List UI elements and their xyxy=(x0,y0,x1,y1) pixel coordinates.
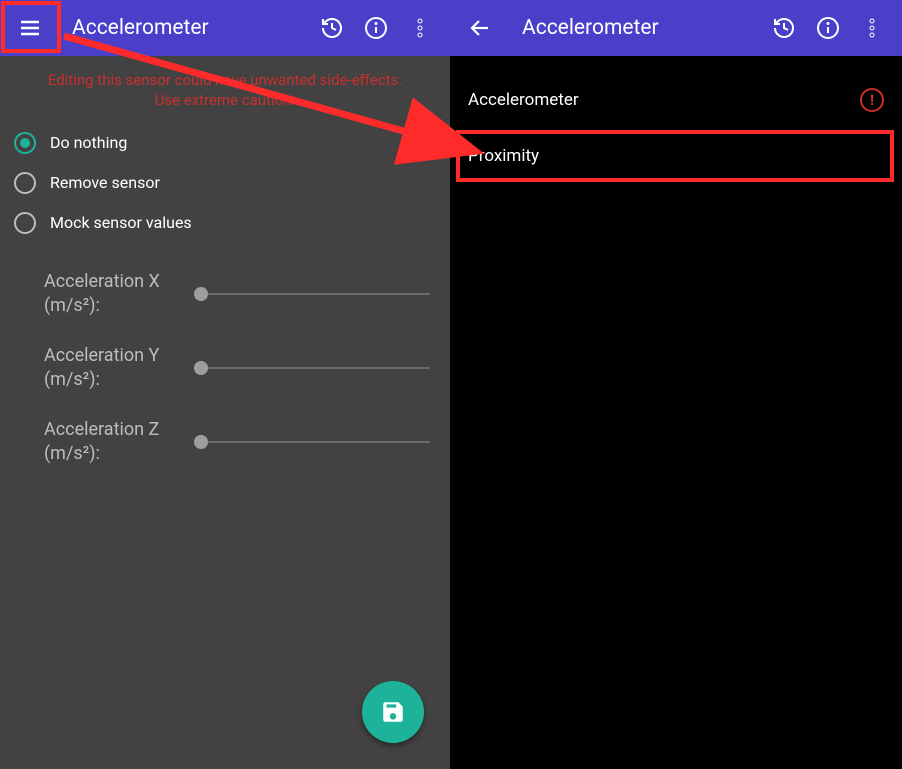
appbar-title-right: Accelerometer xyxy=(522,16,762,40)
save-icon xyxy=(380,699,406,725)
radio-icon xyxy=(14,132,36,154)
info-icon[interactable] xyxy=(806,6,850,50)
appbar-left: Accelerometer xyxy=(0,0,450,56)
spacer xyxy=(450,56,902,72)
overflow-menu-icon[interactable] xyxy=(850,6,894,50)
warning-text: Editing this sensor could have unwanted … xyxy=(0,56,450,119)
radio-remove-sensor[interactable]: Remove sensor xyxy=(14,163,436,203)
warning-line1: Editing this sensor could have unwanted … xyxy=(10,70,440,90)
warning-icon: ! xyxy=(860,88,884,112)
slider-label: Acceleration Y (m/s²): xyxy=(44,344,194,391)
appbar-title-left: Accelerometer xyxy=(72,16,310,40)
slider-track[interactable] xyxy=(194,441,430,443)
slider-label: Acceleration Z (m/s²): xyxy=(44,418,194,465)
slider-thumb[interactable] xyxy=(194,435,208,449)
hamburger-menu-icon[interactable] xyxy=(8,6,52,50)
slider-track[interactable] xyxy=(194,367,430,369)
info-icon[interactable] xyxy=(354,6,398,50)
appbar-right: Accelerometer xyxy=(450,0,902,56)
radio-label: Do nothing xyxy=(50,133,127,152)
slider-thumb[interactable] xyxy=(194,287,208,301)
radio-do-nothing[interactable]: Do nothing xyxy=(14,123,436,163)
slider-accel-x[interactable]: Acceleration X (m/s²): xyxy=(44,257,450,331)
radio-label: Remove sensor xyxy=(50,173,160,192)
slider-track[interactable] xyxy=(194,293,430,295)
list-item-accelerometer[interactable]: Accelerometer ! xyxy=(450,72,902,128)
sliders-section: Acceleration X (m/s²): Acceleration Y (m… xyxy=(0,247,450,479)
list-item-proximity[interactable]: Proximity xyxy=(450,128,902,184)
save-fab[interactable] xyxy=(362,681,424,743)
slider-accel-y[interactable]: Acceleration Y (m/s²): xyxy=(44,331,450,405)
slider-label: Acceleration X (m/s²): xyxy=(44,270,194,317)
slider-thumb[interactable] xyxy=(194,361,208,375)
left-screen: Accelerometer Editing this sensor could … xyxy=(0,0,450,769)
warning-line2: Use extreme caution. xyxy=(10,90,440,110)
back-icon[interactable] xyxy=(458,6,502,50)
history-icon[interactable] xyxy=(310,6,354,50)
list-item-label: Proximity xyxy=(468,146,539,166)
right-screen: Accelerometer Accelerometer ! Proximity xyxy=(450,0,902,769)
radio-icon xyxy=(14,172,36,194)
history-icon[interactable] xyxy=(762,6,806,50)
radio-icon xyxy=(14,212,36,234)
radio-label: Mock sensor values xyxy=(50,213,192,232)
radio-group: Do nothing Remove sensor Mock sensor val… xyxy=(0,119,450,247)
overflow-menu-icon[interactable] xyxy=(398,6,442,50)
radio-mock-values[interactable]: Mock sensor values xyxy=(14,203,436,243)
slider-accel-z[interactable]: Acceleration Z (m/s²): xyxy=(44,405,450,479)
list-item-label: Accelerometer xyxy=(468,90,579,110)
